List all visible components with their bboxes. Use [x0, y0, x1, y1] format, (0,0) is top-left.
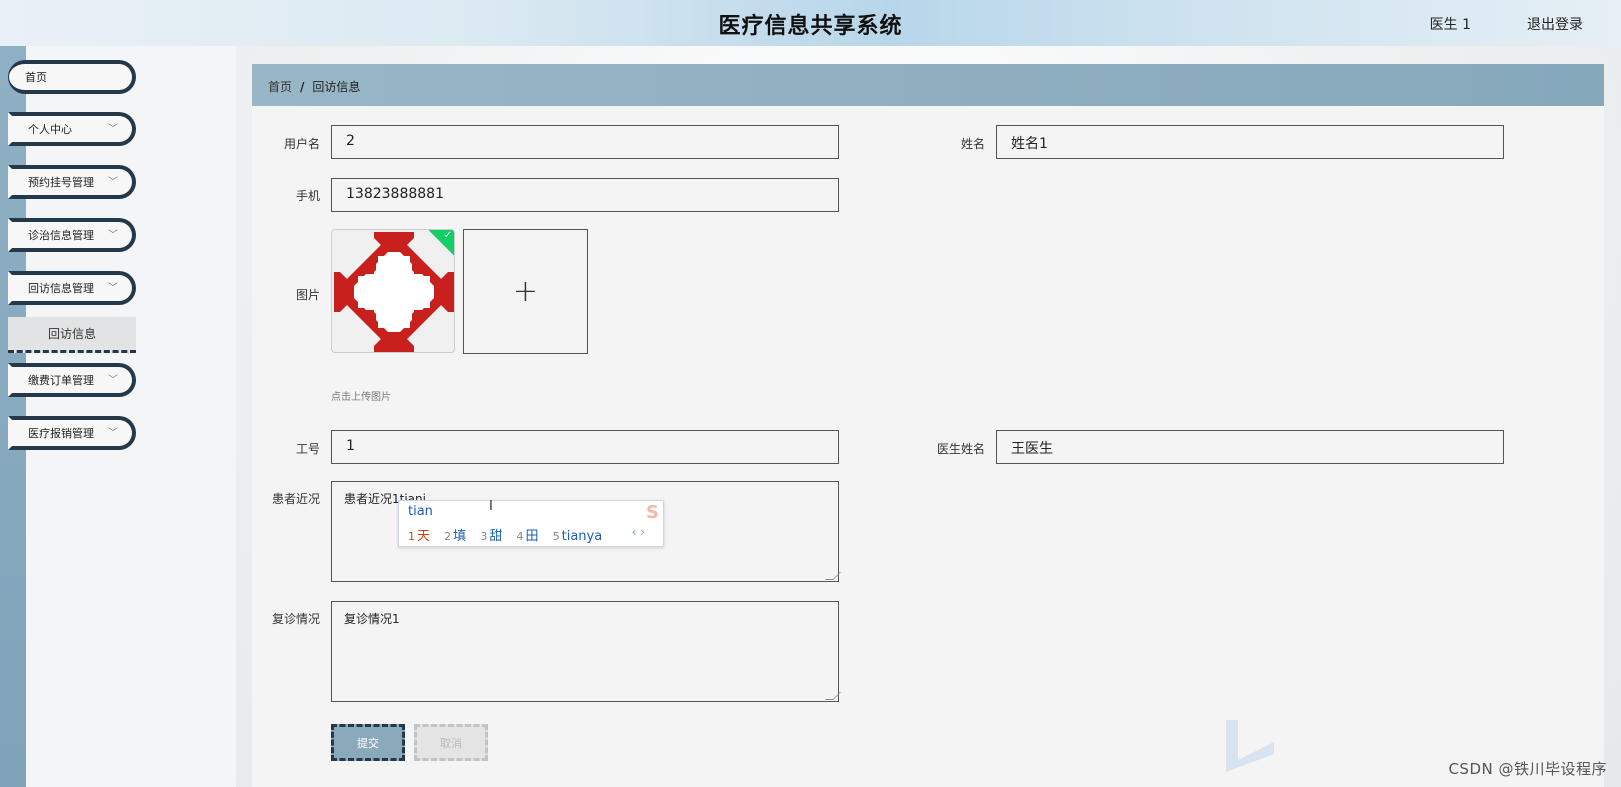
uploaded-image[interactable]: ✓ — [331, 229, 455, 353]
ime-candidate-popup: tian S 1天 2填 3甜 4田 5 tianya ‹ › — [398, 500, 664, 547]
ime-candidate[interactable]: 3甜 — [480, 529, 502, 544]
sidebar-item-home[interactable]: 首页 — [8, 60, 136, 94]
chevron-down-icon: ﹀ — [108, 283, 118, 294]
ime-pinyin: tian — [408, 504, 433, 519]
ime-candidate[interactable]: 2填 — [444, 529, 466, 544]
name-label: 姓名 — [960, 137, 985, 151]
chevron-down-icon: ﹀ — [108, 428, 118, 439]
sidebar-item-personal-center[interactable]: 个人中心 ﹀ — [8, 112, 136, 146]
red-cross-icon — [334, 232, 454, 352]
doctor-name-label: 医生姓名 — [936, 442, 985, 456]
upload-hint: 点击上传图片 — [331, 392, 391, 403]
sidebar-subitem-revisit-info[interactable]: 回访信息 — [8, 317, 136, 353]
sidebar-item-label: 回访信息管理 — [28, 282, 94, 295]
sidebar-item-label: 医疗报销管理 — [28, 427, 94, 440]
sidebar-item-label: 诊治信息管理 — [28, 229, 94, 242]
app-title: 医疗信息共享系统 — [718, 14, 903, 39]
chevron-down-icon: ﹀ — [108, 375, 118, 386]
job-no-input[interactable]: 1 — [331, 430, 839, 464]
sidebar-item-reimbursement[interactable]: 医疗报销管理 ﹀ — [8, 416, 136, 450]
revisit-label: 复诊情况 — [271, 612, 320, 626]
ime-page-nav[interactable]: ‹ › — [632, 525, 645, 539]
chevron-down-icon: ﹀ — [108, 124, 118, 135]
name-input[interactable]: 姓名1 — [996, 125, 1504, 159]
sidebar-item-diagnosis[interactable]: 诊治信息管理 ﹀ — [8, 218, 136, 252]
watermark: CSDN @铁川毕设程序 — [1448, 760, 1607, 778]
username-input[interactable]: 2 — [331, 125, 839, 159]
breadcrumb: 首页 / 回访信息 — [252, 64, 1604, 106]
ime-candidate[interactable]: 4田 — [516, 529, 538, 544]
breadcrumb-separator: / — [300, 80, 305, 94]
breadcrumb-current: 回访信息 — [312, 80, 361, 94]
phone-label: 手机 — [295, 189, 320, 203]
phone-input[interactable]: 13823888881 — [331, 178, 839, 212]
job-no-label: 工号 — [295, 442, 320, 456]
doctor-name-input[interactable]: 王医生 — [996, 430, 1504, 464]
sidebar-item-payment-orders[interactable]: 缴费订单管理 ﹀ — [8, 363, 136, 397]
submit-button[interactable]: 提交 — [331, 724, 405, 761]
sidebar-item-label: 缴费订单管理 — [28, 374, 94, 387]
username-label: 用户名 — [283, 137, 320, 151]
logout-link[interactable]: 退出登录 — [1527, 14, 1583, 34]
ime-candidates: 1天 2填 3甜 4田 5 tianya — [408, 525, 612, 544]
revisit-text: 复诊情况1 — [344, 612, 400, 626]
sidebar-item-appointment[interactable]: 预约挂号管理 ﹀ — [8, 165, 136, 199]
resize-handle[interactable] — [825, 572, 841, 580]
ime-candidate[interactable]: 5 tianya — [553, 529, 603, 544]
chevron-down-icon: ﹀ — [108, 177, 118, 188]
cancel-button[interactable]: 取消 — [414, 724, 488, 761]
sidebar-item-label: 个人中心 — [28, 123, 72, 136]
sidebar-item-label: 预约挂号管理 — [28, 176, 94, 189]
top-header: 医疗信息共享系统 医生 1 退出登录 — [0, 0, 1621, 46]
sidebar-item-revisit-management[interactable]: 回访信息管理 ﹀ — [8, 271, 136, 305]
chevron-down-icon: ﹀ — [108, 230, 118, 241]
ime-logo-icon: S — [646, 502, 659, 523]
patient-status-label: 患者近况 — [271, 492, 320, 506]
decorative-logo-icon — [1226, 720, 1274, 772]
ime-candidate[interactable]: 1天 — [408, 529, 430, 544]
text-cursor-icon: I — [489, 499, 493, 514]
resize-handle[interactable] — [825, 692, 841, 700]
current-user[interactable]: 医生 1 — [1430, 14, 1471, 34]
add-image-button[interactable]: + — [463, 229, 588, 354]
revisit-textarea[interactable]: 复诊情况1 — [331, 601, 841, 702]
sidebar-item-label: 首页 — [25, 71, 47, 84]
plus-icon: + — [512, 273, 539, 309]
breadcrumb-home[interactable]: 首页 — [268, 80, 292, 94]
picture-label: 图片 — [295, 288, 320, 302]
check-icon: ✓ — [443, 230, 452, 241]
